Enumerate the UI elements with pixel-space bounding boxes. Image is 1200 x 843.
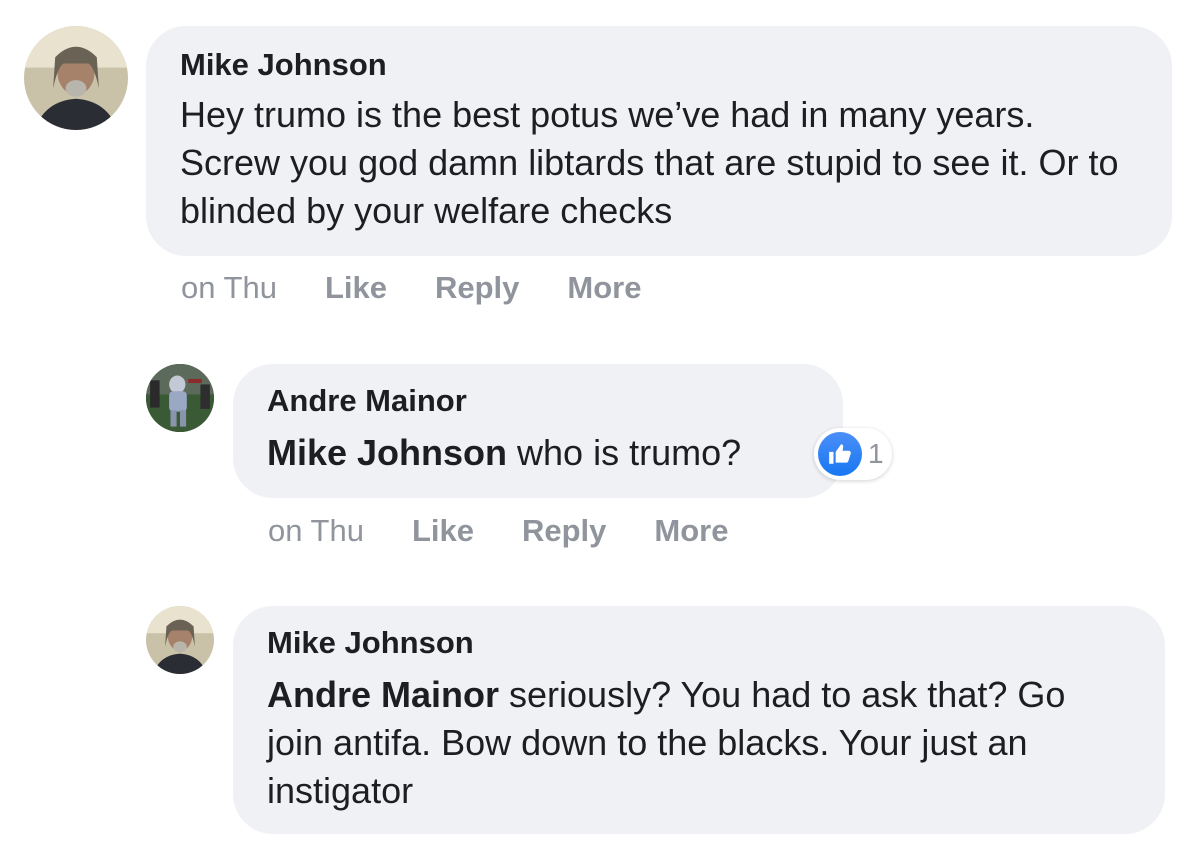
comment-text: Mike Johnson who is trumo? — [267, 432, 742, 474]
comment-timestamp[interactable]: on Thu — [181, 270, 277, 306]
reply-button[interactable]: Reply — [522, 513, 606, 549]
comment-bubble: Mike Johnson Andre Mainor seriously? You… — [233, 606, 1165, 834]
like-button[interactable]: Like — [412, 513, 474, 549]
comment-text: Hey trumo is the best potus we’ve had in… — [180, 94, 1119, 232]
profile-photo-icon — [146, 364, 214, 432]
profile-photo-icon — [146, 606, 214, 674]
more-button[interactable]: More — [654, 513, 728, 549]
profile-photo-icon — [24, 26, 128, 130]
more-button[interactable]: More — [567, 270, 641, 306]
avatar-mike-johnson[interactable] — [146, 606, 214, 674]
comment-author[interactable]: Mike Johnson — [180, 46, 1138, 83]
avatar-mike-johnson[interactable] — [24, 26, 128, 130]
mention-link[interactable]: Andre Mainor — [267, 674, 499, 715]
comment-bubble: Andre Mainor Mike Johnson who is trumo? — [233, 364, 843, 498]
mention-link[interactable]: Mike Johnson — [267, 432, 507, 473]
like-button[interactable]: Like — [325, 270, 387, 306]
reaction-badge[interactable]: 1 — [814, 428, 892, 480]
reaction-count: 1 — [868, 438, 884, 469]
avatar-andre-mainor[interactable] — [146, 364, 214, 432]
comment-timestamp[interactable]: on Thu — [268, 513, 364, 549]
thumbs-up-icon — [818, 432, 862, 476]
comment-author[interactable]: Andre Mainor — [267, 382, 809, 419]
comment-actions: on Thu Like Reply More — [181, 270, 641, 306]
comment-text: Andre Mainor seriously? You had to ask t… — [267, 674, 1066, 812]
comment-author[interactable]: Mike Johnson — [267, 624, 1131, 661]
reply-button[interactable]: Reply — [435, 270, 519, 306]
comment-bubble: Mike Johnson Hey trumo is the best potus… — [146, 26, 1172, 256]
comment-actions: on Thu Like Reply More — [268, 513, 728, 549]
